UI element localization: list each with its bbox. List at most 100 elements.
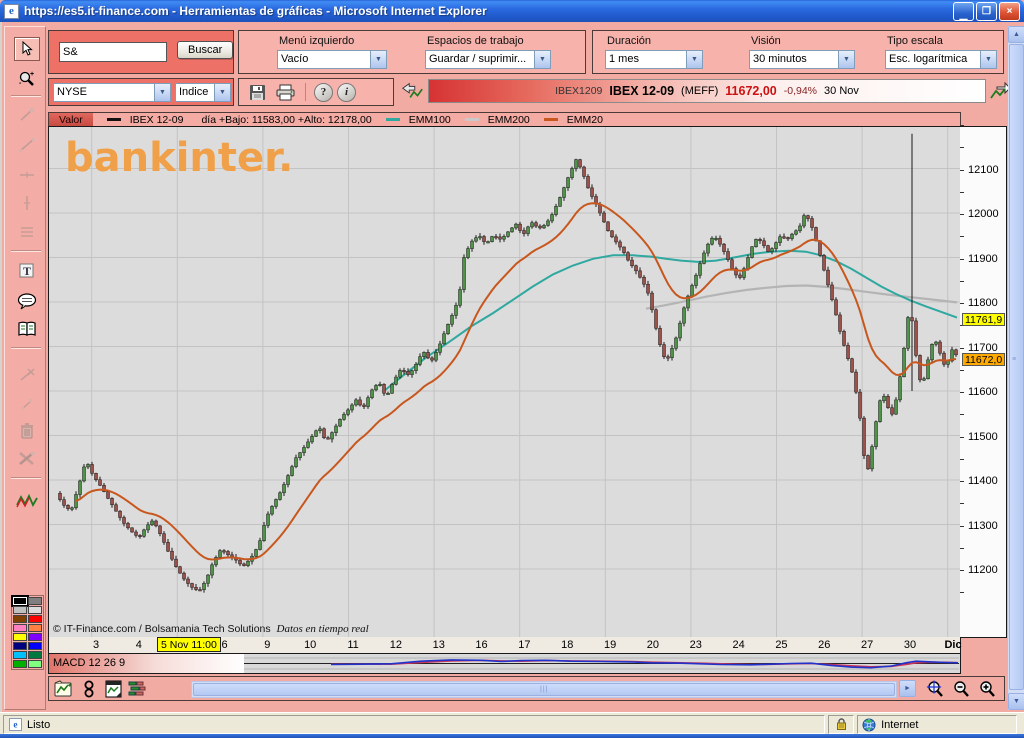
horizontal-scrollbar[interactable]: ||| <box>191 681 897 698</box>
x-axis-label: 3 <box>81 639 111 651</box>
help-icon[interactable]: ? <box>314 83 333 102</box>
x-axis-label: 16 <box>467 639 497 651</box>
print-icon[interactable] <box>273 81 297 103</box>
restore-button[interactable]: ❐ <box>976 2 997 21</box>
zoom-in-icon[interactable] <box>975 678 999 700</box>
price-chart[interactable]: bankinter. © IT-Finance.com / Bolsamania… <box>48 126 961 638</box>
lock-icon <box>836 718 847 731</box>
close-button[interactable]: × <box>999 2 1020 21</box>
delete-small-tool[interactable] <box>14 393 40 417</box>
zoom-tool[interactable]: +- <box>14 67 40 91</box>
tools-settings-tool[interactable] <box>14 447 40 471</box>
cursor-tool[interactable] <box>14 37 40 61</box>
zoom-fit-icon[interactable] <box>923 678 947 700</box>
color-swatch[interactable] <box>13 597 27 605</box>
chevron-down-icon[interactable]: ▼ <box>370 51 386 68</box>
link-icon[interactable] <box>77 678 101 700</box>
exchange-select[interactable]: NYSE▼ <box>53 83 171 102</box>
menu-left-select[interactable]: Vacío▼ <box>277 50 387 69</box>
candlestick-plot[interactable] <box>49 127 960 637</box>
catalog-tool[interactable] <box>14 317 40 341</box>
chevron-down-icon[interactable]: ▼ <box>980 51 996 68</box>
y-tick <box>960 548 964 549</box>
ie-status-icon: e <box>9 718 22 731</box>
scroll-right-button[interactable]: ► <box>899 680 916 697</box>
color-swatch[interactable] <box>28 651 42 659</box>
toolbar-separator <box>11 250 41 252</box>
y-axis-label: 11900 <box>968 253 998 265</box>
y-tick <box>960 236 964 237</box>
color-swatch[interactable] <box>13 660 27 668</box>
y-axis-label: 11700 <box>968 342 998 354</box>
color-palette[interactable] <box>11 595 44 670</box>
scroll-down-button[interactable]: ▼ <box>1008 693 1024 710</box>
color-swatch[interactable] <box>13 633 27 641</box>
color-swatch[interactable] <box>13 606 27 614</box>
last-price-tag: 11672,0 <box>962 353 1005 366</box>
color-swatch[interactable] <box>28 642 42 650</box>
horizontal-line-tool[interactable] <box>14 163 40 187</box>
duration-label: Duración <box>607 35 651 47</box>
color-swatch[interactable] <box>28 624 42 632</box>
y-tick <box>960 503 964 504</box>
save-icon[interactable] <box>245 81 269 103</box>
y-tick <box>960 259 964 260</box>
x-axis-label: 11 <box>338 639 368 651</box>
comment-tool[interactable] <box>14 289 40 313</box>
scale-type-select[interactable]: Esc. logarítmica▼ <box>885 50 997 69</box>
zoom-out-icon[interactable] <box>949 678 973 700</box>
new-chart-icon[interactable] <box>53 678 77 700</box>
color-swatch[interactable] <box>28 597 42 605</box>
line-tool[interactable] <box>14 103 40 127</box>
x-axis-label: 30 <box>895 639 925 651</box>
svg-text:+: + <box>30 71 34 78</box>
chevron-down-icon[interactable]: ▼ <box>214 84 230 101</box>
blocks-icon[interactable] <box>125 678 149 700</box>
search-button[interactable]: Buscar <box>177 41 233 59</box>
indicator-tool[interactable] <box>14 489 40 513</box>
color-swatch[interactable] <box>13 624 27 632</box>
macd-plot[interactable] <box>244 653 961 674</box>
color-swatch[interactable] <box>13 615 27 623</box>
menu-left-label: Menú izquierdo <box>279 35 354 47</box>
color-swatch[interactable] <box>13 651 27 659</box>
v-scroll-thumb[interactable] <box>1009 44 1024 690</box>
chevron-down-icon[interactable]: ▼ <box>534 51 550 68</box>
color-swatch[interactable] <box>28 660 42 668</box>
x-axis-label: 20 <box>638 639 668 651</box>
color-swatch[interactable] <box>28 633 42 641</box>
instrument-code: IBEX1209 <box>555 85 602 97</box>
chevron-down-icon[interactable]: ▼ <box>838 51 854 68</box>
info-icon[interactable]: i <box>337 83 356 102</box>
search-input[interactable] <box>59 42 167 62</box>
vertical-line-tool[interactable] <box>14 191 40 215</box>
zone-text: Internet <box>881 719 918 731</box>
y-tick <box>960 214 964 215</box>
vision-label: Visión <box>751 35 781 47</box>
chevron-down-icon[interactable]: ▼ <box>154 84 170 101</box>
color-swatch[interactable] <box>13 642 27 650</box>
vision-select[interactable]: 30 minutos▼ <box>749 50 855 69</box>
zone-panel: Internet <box>857 715 1017 734</box>
report-icon[interactable] <box>101 678 125 700</box>
trendline-tool[interactable] <box>14 133 40 157</box>
toolbar-divider <box>305 83 306 101</box>
workspaces-select[interactable]: Guardar / suprimir...▼ <box>425 50 551 69</box>
category-select[interactable]: Indice▼ <box>175 83 231 102</box>
legend-emm100-dash <box>386 118 400 121</box>
x-axis-label: 4 <box>124 639 154 651</box>
delete-object-tool[interactable] <box>14 363 40 387</box>
vertical-scrollbar[interactable]: ▲ ≡ ▼ <box>1008 26 1024 710</box>
y-axis-label: 11200 <box>968 564 998 576</box>
duration-select[interactable]: 1 mes▼ <box>605 50 703 69</box>
text-tool[interactable]: T <box>14 259 40 283</box>
minimize-button[interactable]: ▁ <box>953 2 974 21</box>
color-swatch[interactable] <box>28 615 42 623</box>
back-chart-icon[interactable] <box>400 80 424 102</box>
chevron-down-icon[interactable]: ▼ <box>686 51 702 68</box>
trash-tool[interactable] <box>14 419 40 443</box>
color-swatch[interactable] <box>28 606 42 614</box>
scroll-up-button[interactable]: ▲ <box>1008 26 1024 43</box>
fibonacci-tool[interactable] <box>14 220 40 244</box>
macd-label[interactable]: MACD 12 26 9 <box>48 653 245 674</box>
